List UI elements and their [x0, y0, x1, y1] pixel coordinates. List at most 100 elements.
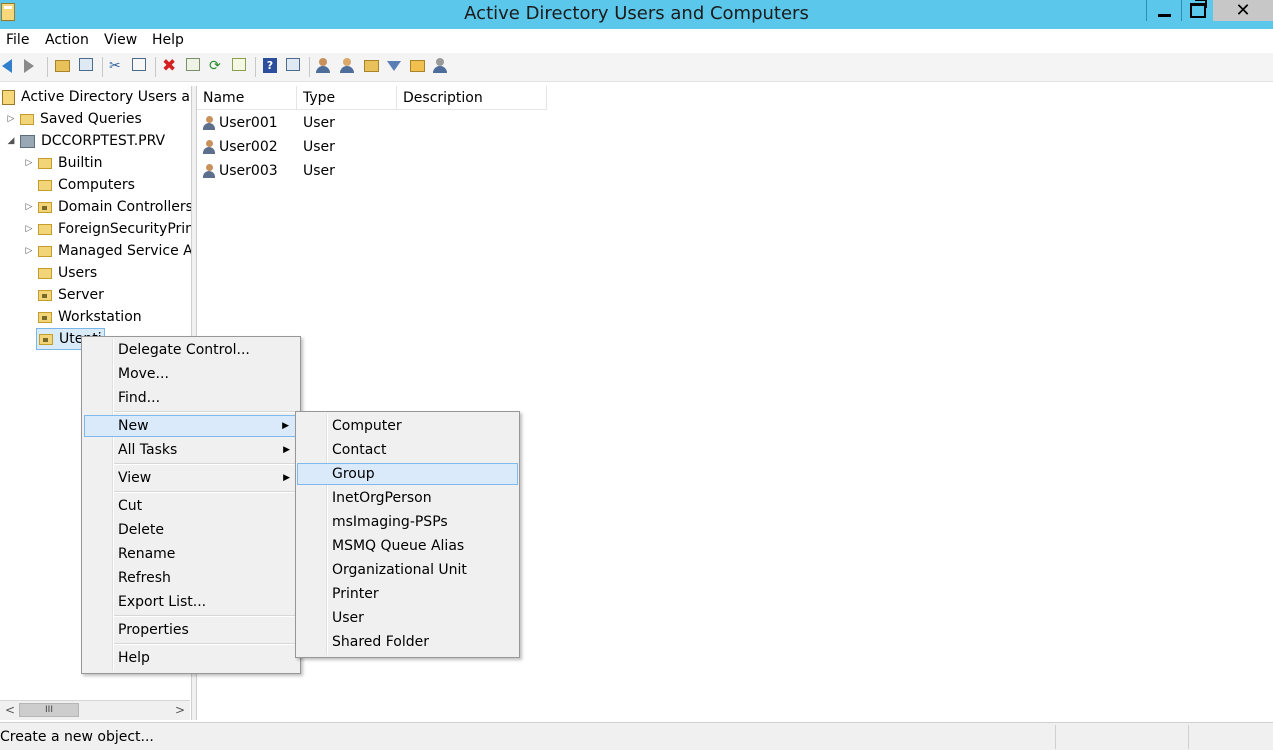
- minimize-button[interactable]: [1146, 0, 1181, 21]
- submenu-item-user[interactable]: User: [298, 607, 517, 629]
- column-header-name[interactable]: Name: [197, 86, 297, 110]
- column-header-type[interactable]: Type: [297, 86, 397, 110]
- copy-icon[interactable]: [132, 58, 148, 74]
- menu-item-rename[interactable]: Rename: [84, 543, 298, 565]
- menu-item-new[interactable]: New ▶: [84, 415, 298, 437]
- tree-label: Computers: [58, 177, 135, 193]
- menu-item-all-tasks[interactable]: All Tasks ▶: [84, 439, 298, 461]
- submenu-item-contact[interactable]: Contact: [298, 439, 517, 461]
- menu-item-export-list[interactable]: Export List...: [84, 591, 298, 613]
- item-type: User: [303, 139, 335, 155]
- submenu-item-msmq-queue-alias[interactable]: MSMQ Queue Alias: [298, 535, 517, 557]
- properties-icon[interactable]: [186, 58, 202, 74]
- folder-icon: [38, 245, 52, 257]
- scroll-thumb[interactable]: III: [19, 703, 79, 717]
- back-arrow-icon[interactable]: [2, 58, 18, 74]
- tree-managed-service-accounts[interactable]: ▷ Managed Service Accounts: [24, 240, 191, 262]
- menu-file[interactable]: File: [6, 32, 29, 48]
- folder-icon: [38, 267, 52, 279]
- tree-workstation[interactable]: Workstation: [24, 306, 142, 328]
- restore-icon: [1190, 0, 1207, 18]
- submenu-item-computer[interactable]: Computer: [298, 415, 517, 437]
- new-group-icon[interactable]: [340, 58, 356, 74]
- new-ou-icon[interactable]: [364, 58, 380, 74]
- menu-item-find[interactable]: Find...: [84, 387, 298, 409]
- expand-icon[interactable]: ▷: [24, 202, 34, 212]
- tree-horizontal-scrollbar[interactable]: < III >: [0, 700, 190, 720]
- tree-label: Server: [58, 287, 104, 303]
- ou-folder-icon: [39, 333, 53, 345]
- menu-item-properties[interactable]: Properties: [84, 619, 298, 641]
- submenu-item-shared-folder[interactable]: Shared Folder: [298, 631, 517, 653]
- find-icon[interactable]: [410, 58, 426, 74]
- tree-label: ForeignSecurityPrincipals: [58, 221, 191, 237]
- tree-label: Saved Queries: [40, 111, 142, 127]
- item-name: User001: [219, 115, 278, 131]
- submenu-item-organizational-unit[interactable]: Organizational Unit: [298, 559, 517, 581]
- add-to-group-icon[interactable]: [433, 58, 449, 74]
- item-type: User: [303, 163, 335, 179]
- menu-item-move[interactable]: Move...: [84, 363, 298, 385]
- console-view-icon[interactable]: [286, 58, 302, 74]
- column-header-description[interactable]: Description: [397, 86, 547, 110]
- toolbar-separator: [155, 57, 156, 77]
- submenu-item-group[interactable]: Group: [297, 463, 518, 485]
- new-user-icon[interactable]: [316, 58, 332, 74]
- user-icon: [203, 116, 215, 130]
- domain-icon: [20, 134, 35, 148]
- tree-root[interactable]: Active Directory Users and Computers: [2, 86, 191, 108]
- menu-action[interactable]: Action: [45, 32, 89, 48]
- tree-saved-queries[interactable]: ▷ Saved Queries: [6, 108, 142, 130]
- menu-item-help[interactable]: Help: [84, 647, 298, 669]
- context-menu: Delegate Control... Move... Find... New ▶…: [81, 336, 301, 674]
- tree-server[interactable]: Server: [24, 284, 104, 306]
- submenu-item-inetorgperson[interactable]: InetOrgPerson: [298, 487, 517, 509]
- list-item[interactable]: User001 User: [203, 112, 335, 134]
- submenu-item-msimaging-psps[interactable]: msImaging-PSPs: [298, 511, 517, 533]
- list-item[interactable]: User003 User: [203, 160, 335, 182]
- ou-folder-icon: [38, 311, 52, 323]
- export-list-icon[interactable]: [232, 58, 248, 74]
- tree-label: Workstation: [58, 309, 142, 325]
- collapse-icon[interactable]: ◢: [6, 136, 16, 146]
- scroll-left-icon[interactable]: <: [5, 703, 15, 717]
- show-hide-console-tree-icon[interactable]: [79, 58, 95, 74]
- tree-users[interactable]: Users: [24, 262, 97, 284]
- help-icon[interactable]: ?: [263, 58, 279, 74]
- menu-item-delegate-control[interactable]: Delegate Control...: [84, 339, 298, 361]
- expand-icon[interactable]: ▷: [24, 224, 34, 234]
- tree-builtin[interactable]: ▷ Builtin: [24, 152, 103, 174]
- refresh-icon[interactable]: ⟳: [209, 58, 225, 74]
- filter-icon[interactable]: [387, 58, 403, 74]
- folder-icon: [38, 179, 52, 191]
- menu-item-cut[interactable]: Cut: [84, 495, 298, 517]
- status-bar: Create a new object...: [0, 722, 1273, 750]
- snapin-icon: [2, 89, 15, 105]
- tree-label: Users: [58, 265, 98, 281]
- folder-icon: [38, 157, 52, 169]
- toolbar-separator: [102, 57, 103, 77]
- menu-view[interactable]: View: [104, 32, 137, 48]
- tree-domain[interactable]: ◢ DCCORPTEST.PRV: [6, 130, 166, 152]
- user-icon: [203, 164, 215, 178]
- close-button[interactable]: ✕: [1213, 0, 1273, 21]
- expand-icon[interactable]: ▷: [6, 114, 16, 124]
- forward-arrow-icon[interactable]: [24, 58, 40, 74]
- maximize-button[interactable]: [1181, 0, 1214, 21]
- cut-icon[interactable]: ✂: [109, 58, 125, 74]
- menu-item-refresh[interactable]: Refresh: [84, 567, 298, 589]
- tree-domain-controllers[interactable]: ▷ Domain Controllers: [24, 196, 191, 218]
- submenu-item-printer[interactable]: Printer: [298, 583, 517, 605]
- tree-foreign-security-principals[interactable]: ▷ ForeignSecurityPrincipals: [24, 218, 191, 240]
- expand-icon[interactable]: ▷: [24, 158, 34, 168]
- menu-item-delete[interactable]: Delete: [84, 519, 298, 541]
- item-type: User: [303, 115, 335, 131]
- expand-icon[interactable]: ▷: [24, 246, 34, 256]
- delete-icon[interactable]: ✖: [162, 58, 178, 75]
- tree-computers[interactable]: Computers: [24, 174, 135, 196]
- list-item[interactable]: User002 User: [203, 136, 335, 158]
- scroll-right-icon[interactable]: >: [175, 703, 185, 717]
- menu-item-view[interactable]: View ▶: [84, 467, 298, 489]
- menu-help[interactable]: Help: [152, 32, 184, 48]
- up-folder-icon[interactable]: [55, 58, 71, 74]
